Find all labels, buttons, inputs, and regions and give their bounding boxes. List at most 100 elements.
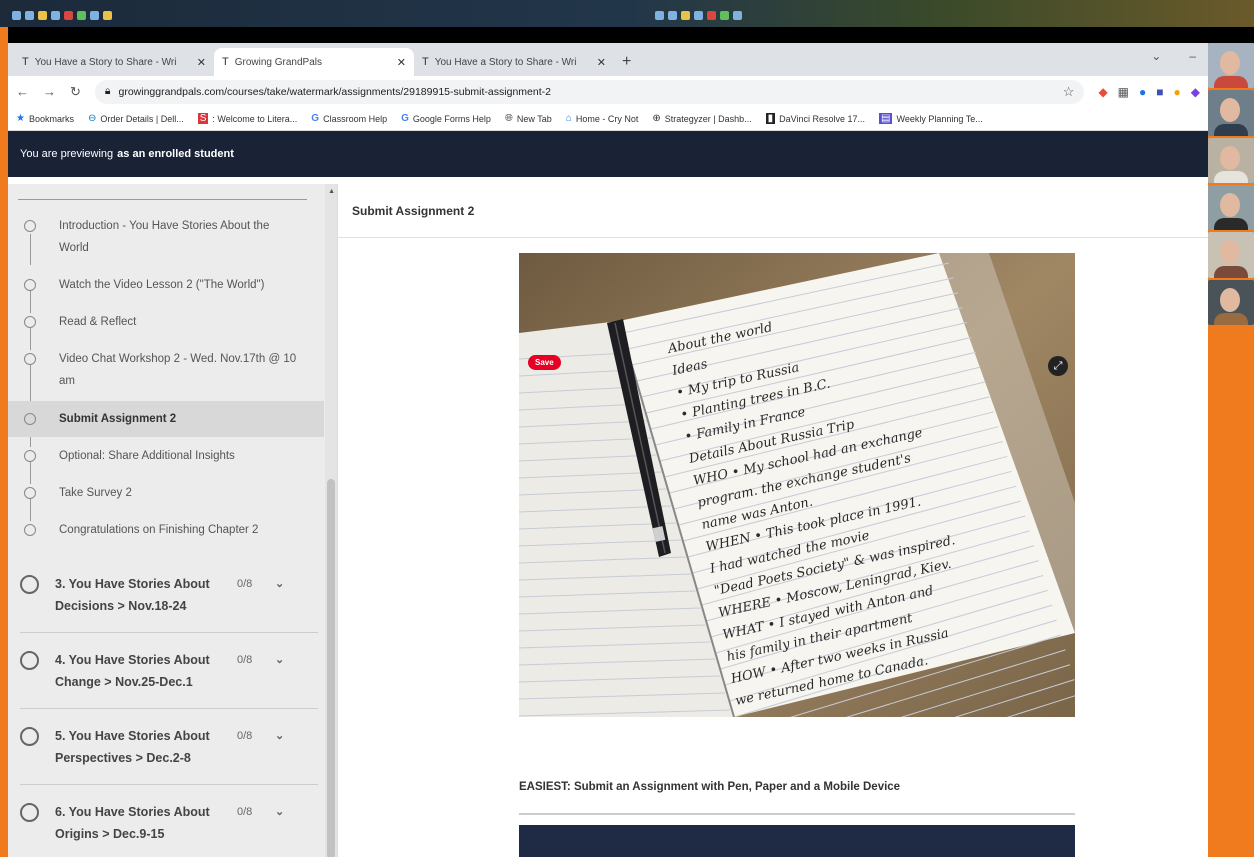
pinterest-save-button[interactable]: Save (528, 355, 561, 370)
tab-favicon-icon: T (22, 56, 29, 68)
taskbar-app-icon[interactable] (103, 11, 112, 20)
taskbar-icons-left[interactable] (12, 11, 112, 23)
close-icon[interactable]: ✕ (597, 56, 606, 69)
participant-tile[interactable] (1208, 43, 1254, 89)
extension-icon[interactable]: ● (1139, 85, 1146, 99)
participant-tile[interactable] (1208, 137, 1254, 183)
lesson-item[interactable]: Read & Reflect (8, 311, 324, 333)
scroll-up-arrow-icon[interactable]: ▲ (328, 188, 335, 195)
back-arrow-icon[interactable]: ← (16, 84, 29, 99)
chapter-divider (20, 784, 318, 785)
browser-tab-1[interactable]: T You Have a Story to Share - Wri ✕ (14, 48, 214, 76)
globe-icon: 🌐︎ (504, 113, 513, 124)
tab-search-icon[interactable]: ⌄ (1151, 49, 1161, 63)
chevron-down-icon[interactable]: ⌄ (275, 649, 284, 671)
chapter-progress: 0/8 (237, 806, 253, 818)
taskbar-app-icon[interactable] (655, 11, 664, 20)
participant-avatar (1214, 123, 1248, 136)
bookmark-label: Bookmarks (28, 113, 74, 124)
extension-icon[interactable]: ● (1174, 85, 1181, 99)
taskbar-app-icon[interactable] (720, 11, 729, 20)
lesson-status-icon (24, 279, 36, 291)
chapter-item[interactable]: 4. You Have Stories About Change > Nov.2… (20, 649, 318, 693)
taskbar-app-icon[interactable] (681, 11, 690, 20)
bookmarks-bar: ★ Bookmarks ⊖ Order Details | Dell... S: W… (8, 107, 1208, 131)
taskbar-app-icon[interactable] (668, 11, 677, 20)
embedded-media-frame[interactable] (519, 825, 1075, 857)
taskbar-app-icon[interactable] (707, 11, 716, 20)
chapter-item[interactable]: 5. You Have Stories About Perspectives >… (20, 725, 318, 769)
participant-tile[interactable] (1208, 232, 1254, 278)
url-text[interactable]: growinggrandpals.com/courses/take/waterm… (119, 86, 551, 98)
bookmark-item[interactable]: ⊕ Strategyzer | Dashb... (652, 113, 751, 124)
bookmark-item[interactable]: ★ Bookmarks (16, 113, 74, 124)
lesson-item[interactable]: Introduction - You Have Stories About th… (8, 215, 324, 259)
bookmark-item[interactable]: S: Welcome to Litera... (197, 113, 298, 124)
bookmark-item[interactable]: G Google Forms Help (401, 113, 491, 124)
close-icon[interactable]: ✕ (397, 56, 406, 69)
minimize-icon[interactable]: – (1189, 49, 1196, 63)
taskbar-app-icon[interactable] (64, 11, 73, 20)
bookmark-label: : Welcome to Litera... (212, 113, 298, 124)
chapter-item[interactable]: 3. You Have Stories About Decisions > No… (20, 573, 318, 617)
reload-icon[interactable]: ↻ (70, 84, 81, 100)
lesson-item-active[interactable]: Submit Assignment 2 (8, 401, 324, 437)
lesson-status-icon (24, 450, 36, 462)
participant-tile[interactable] (1208, 184, 1254, 231)
notebook-illustration: About the worldIdeas• My trip to Russia•… (519, 253, 1075, 717)
taskbar-app-icon[interactable] (51, 11, 60, 20)
literacy-icon: S (197, 113, 209, 124)
bookmark-item[interactable]: G Classroom Help (311, 113, 387, 124)
bookmark-item[interactable]: ▤ Weekly Planning Te... (879, 113, 983, 124)
lesson-item[interactable]: Watch the Video Lesson 2 ("The World") (8, 274, 324, 296)
browser-tab-2[interactable]: T Growing GrandPals ✕ (214, 48, 414, 76)
close-icon[interactable]: ✕ (197, 56, 206, 69)
taskbar-app-icon[interactable] (38, 11, 47, 20)
tab-label: Growing GrandPals (234, 56, 322, 68)
video-call-gallery (1208, 43, 1254, 325)
new-tab-button[interactable]: + (622, 48, 631, 76)
participant-avatar (1220, 51, 1240, 75)
lesson-label: Watch the Video Lesson 2 ("The World") (59, 279, 265, 291)
bookmark-item[interactable]: ⊖ Order Details | Dell... (88, 113, 184, 124)
participant-avatar (1220, 287, 1240, 312)
address-bar[interactable]: 🔒︎ growinggrandpals.com/courses/take/wat… (94, 79, 1085, 104)
lesson-item[interactable]: Video Chat Workshop 2 - Wed. Nov.17th @ … (8, 348, 324, 392)
bookmark-item[interactable]: 🌐︎ New Tab (505, 113, 552, 124)
chapter-status-icon (20, 803, 39, 822)
taskbar-app-icon[interactable] (90, 11, 99, 20)
chevron-down-icon[interactable]: ⌄ (275, 801, 284, 823)
browser-tab-3[interactable]: T You Have a Story to Share - Wri ✕ (414, 48, 614, 76)
chevron-down-icon[interactable]: ⌄ (275, 725, 284, 747)
preview-prefix: You are previewing (20, 148, 114, 160)
taskbar-app-icon[interactable] (694, 11, 703, 20)
sidebar-scroll-thumb[interactable] (327, 479, 335, 857)
chapter-status-icon (20, 575, 39, 594)
bookmark-item[interactable]: ▮ DaVinci Resolve 17... (765, 113, 865, 124)
lesson-label: Introduction - You Have Stories About th… (59, 220, 270, 254)
expand-icon[interactable]: ⤢ (1048, 356, 1068, 376)
lesson-item[interactable]: Congratulations on Finishing Chapter 2 (8, 519, 324, 541)
extension-icon[interactable]: ■ (1156, 85, 1163, 99)
taskbar-app-icon[interactable] (25, 11, 34, 20)
bookmark-star-icon[interactable]: ☆ (1063, 84, 1075, 100)
bookmark-item[interactable]: ⌂ Home - Cry Not (566, 113, 639, 124)
taskbar-app-icon[interactable] (733, 11, 742, 20)
lesson-item[interactable]: Optional: Share Additional Insights (8, 445, 324, 467)
bookmark-label: New Tab (516, 113, 552, 124)
desktop-taskbar (0, 0, 1254, 27)
participant-tile[interactable] (1208, 279, 1254, 325)
participant-tile[interactable] (1208, 90, 1254, 136)
extension-icons: ◆ ▦ ● ■ ● ◆ (1098, 85, 1200, 99)
chapter-item[interactable]: 6. You Have Stories About Origins > Dec.… (20, 801, 318, 845)
chevron-down-icon[interactable]: ⌄ (275, 573, 284, 595)
extension-icon[interactable]: ◆ (1098, 85, 1107, 99)
taskbar-app-icon[interactable] (12, 11, 21, 20)
extension-icon[interactable]: ◆ (1191, 85, 1200, 99)
taskbar-icons-right[interactable] (655, 11, 742, 23)
chapter-title: 3. You Have Stories About Decisions > No… (55, 577, 210, 613)
lesson-item[interactable]: Take Survey 2 (8, 482, 324, 504)
forward-arrow-icon[interactable]: → (43, 84, 56, 99)
extension-icon[interactable]: ▦ (1118, 85, 1129, 99)
taskbar-app-icon[interactable] (77, 11, 86, 20)
